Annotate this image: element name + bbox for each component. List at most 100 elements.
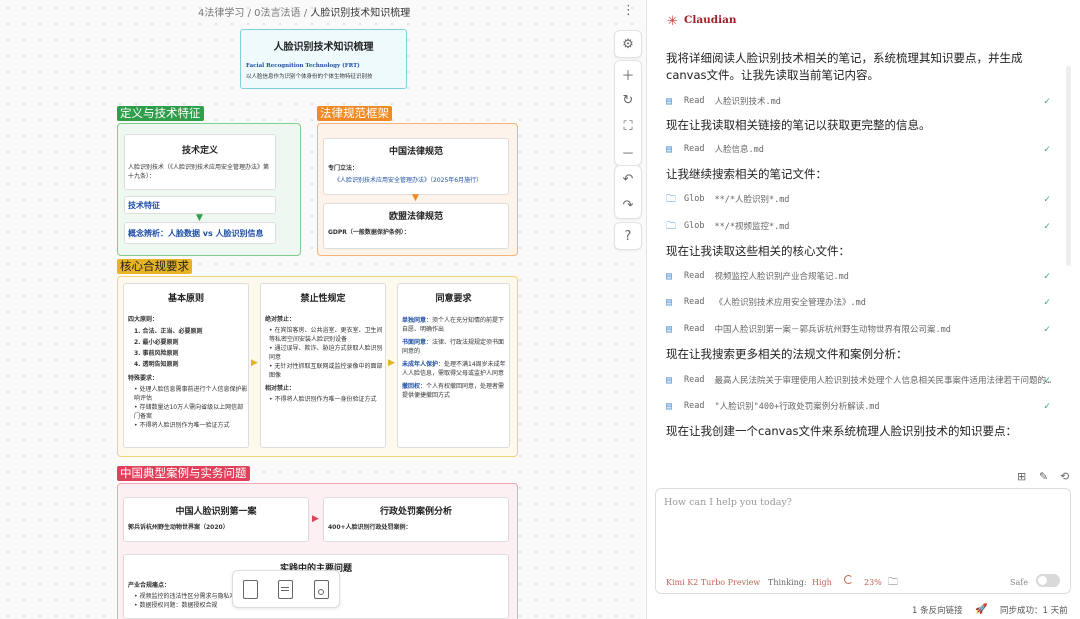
tool-target: "人脸识别"400+行政处罚案例分析解读.md: [714, 402, 880, 412]
tool-call-row[interactable]: ▤ Read 最高人民法院关于审理使用人脸识别技术处理个人信息相关民事案件适用法律若…: [666, 372, 1056, 388]
zoom-out-icon[interactable]: －: [615, 139, 641, 165]
assistant-message: 现在让我搜索更多相关的法规文件和案例分析：: [666, 347, 908, 361]
file-icon: ▤: [666, 95, 673, 107]
group-label-legal: 法律规范框架: [317, 106, 392, 121]
arrow-down: ▼: [412, 193, 419, 203]
claudian-logo-icon: ✳: [667, 14, 678, 29]
safe-label: Safe: [1010, 578, 1028, 587]
new-chat-icon[interactable]: ⊞: [1017, 470, 1026, 483]
thinking-label: Thinking:: [768, 578, 807, 587]
folder-icon[interactable]: 🗀: [888, 575, 898, 592]
group-label-cases: 中国典型案例与实务问题: [117, 466, 250, 481]
node-eu-law[interactable]: 欧盟法律规范 GDPR（一般数据保护条例）：: [323, 203, 509, 249]
node-case-admin[interactable]: 行政处罚案例分析 400+人脸识别行政处罚案例：: [323, 497, 509, 542]
undo-icon[interactable]: ↶: [615, 166, 641, 192]
absolute-prohibition-list: • 在宾馆客房、公共浴室、更衣室、卫生间等私密空间安装人脸识别设备 • 通过误导…: [269, 327, 383, 379]
folder-search-icon: 🗀: [666, 220, 676, 232]
tool-target: 最高人民法院关于审理使用人脸识别技术处理个人信息相关民事案件适用法律若干问题的规…: [714, 376, 1055, 386]
group-label-compliance: 核心合规要求: [117, 259, 192, 274]
breadcrumb-item[interactable]: 4法律学习: [198, 8, 244, 19]
node-consent[interactable]: 同意要求 单独同意：须个人在充分知情的前提下自愿、明确作出 书面同意：法律、行政…: [397, 283, 510, 448]
more-options-icon[interactable]: ⋮: [622, 3, 635, 18]
add-card-icon[interactable]: [243, 579, 259, 599]
canvas-settings-toolbar: ⚙: [614, 30, 642, 58]
tool-name: Read: [684, 401, 705, 411]
tool-name: Read: [684, 375, 705, 385]
breadcrumb-item[interactable]: 0法言法语: [254, 8, 300, 19]
check-icon: ✓: [1043, 296, 1050, 308]
chat-input-placeholder: How can I help you today?: [664, 497, 792, 508]
history-icon[interactable]: ⟲: [1060, 470, 1069, 483]
help-toolbar: ?: [614, 222, 642, 250]
add-note-icon[interactable]: [278, 579, 294, 599]
fit-to-screen-icon[interactable]: ⛶: [615, 113, 641, 139]
canvas-view[interactable]: 4法律学习 / 0法言法语 / 人脸识别技术知识梳理 ⋮ ⚙ ＋ ↻ ⛶ － ↶…: [0, 0, 646, 619]
special-list: • 处理人脸信息需事前进行个人信息保护影响评估 • 存储数量达10万人需向省级以…: [134, 386, 248, 429]
help-icon[interactable]: ?: [615, 223, 641, 249]
node-tech-feature[interactable]: 技术特征: [124, 196, 276, 214]
check-icon: ✓: [1043, 220, 1050, 232]
arrow-right: ▶: [312, 514, 319, 524]
safe-mode-toggle[interactable]: [1036, 574, 1060, 587]
check-icon: ✓: [1043, 193, 1050, 205]
check-icon: ✓: [1043, 323, 1050, 335]
tool-target: 人脸信息.md: [714, 145, 764, 155]
node-china-law[interactable]: 中国法律规范 专门立法： 《人脸识别技术应用安全管理办法》（2025年6月施行）: [323, 138, 509, 195]
tool-call-row[interactable]: ▤ Read "人脸识别"400+行政处罚案例分析解读.md ✓: [666, 398, 1056, 414]
assistant-message: 现在让我读取这些相关的核心文件：: [666, 244, 850, 258]
tool-call-row[interactable]: 🗀 Glob **/*视频监控*.md ✓: [666, 218, 1056, 234]
check-icon: ✓: [1043, 400, 1050, 412]
root-node[interactable]: 人脸识别技术知识梳理 Facial Recognition Technology…: [240, 29, 407, 89]
tool-call-row[interactable]: ▤ Read 视频监控人脸识别产业合规笔记.md ✓: [666, 268, 1056, 284]
edit-icon[interactable]: ✎: [1039, 470, 1048, 483]
model-selector[interactable]: Kimi K2 Turbo Preview: [666, 578, 760, 587]
node-basic-principles[interactable]: 基本原则 四大原则： 1. 合法、正当、必要原则 2. 最小必要原则 3. 事前…: [123, 283, 249, 448]
root-subtitle: Facial Recognition Technology (FRT): [246, 63, 360, 69]
node-concept[interactable]: 概念辨析：人脸数据 vs 人脸识别信息: [124, 222, 276, 244]
tool-target: **/*视频监控*.md: [714, 222, 790, 232]
file-icon: ▤: [666, 323, 673, 335]
file-icon: ▤: [666, 270, 673, 282]
settings-icon[interactable]: ⚙: [615, 31, 641, 57]
tool-target: 视频监控人脸识别产业合规笔记.md: [714, 272, 849, 282]
tool-call-row[interactable]: ▤ Read 人脸识别技术.md ✓: [666, 93, 1056, 109]
sync-status: 同步成功：1 天前: [1000, 605, 1068, 616]
root-title: 人脸识别技术知识梳理: [273, 42, 374, 53]
backlinks-status[interactable]: 1 条反向链接: [912, 600, 963, 619]
file-icon: ▤: [666, 143, 673, 155]
sync-icon[interactable]: 🚀: [975, 600, 987, 619]
node-prohibitions[interactable]: 禁止性规定 绝对禁止： • 在宾馆客房、公共浴室、更衣室、卫生间等私密空间安装人…: [260, 283, 386, 448]
file-icon: ▤: [666, 400, 673, 412]
thinking-level[interactable]: High: [812, 578, 832, 587]
tool-call-row[interactable]: ▤ Read 中国人脸识别第一案－郭兵诉杭州野生动物世界有限公司案.md ✓: [666, 321, 1056, 337]
arrow-right: ▶: [388, 358, 395, 368]
tool-call-row[interactable]: ▤ Read 人脸信息.md ✓: [666, 141, 1056, 157]
tool-name: Glob: [684, 194, 705, 204]
tool-name: Read: [684, 297, 705, 307]
tool-name: Read: [684, 144, 705, 154]
node-tech-definition[interactable]: 技术定义 人脸识别技术（《人脸识别技术应用安全管理办法》第十九条）：: [124, 134, 276, 190]
node-case-first[interactable]: 中国人脸识别第一案 郭兵诉杭州野生动物世界案（2020）: [123, 497, 309, 542]
breadcrumb: 4法律学习 / 0法言法语 / 人脸识别技术知识梳理: [198, 8, 411, 19]
zoom-in-icon[interactable]: ＋: [615, 61, 641, 87]
assistant-message: 现在让我创建一个canvas文件来系统梳理人脸识别技术的知识要点：: [666, 424, 1017, 438]
context-percent: 23%: [864, 578, 882, 587]
reset-zoom-icon[interactable]: ↻: [615, 87, 641, 113]
file-icon: ▤: [666, 296, 673, 308]
chat-scrollbar[interactable]: [1066, 66, 1071, 266]
chat-input[interactable]: How can I help you today? Kimi K2 Turbo …: [655, 488, 1071, 594]
tool-name: Read: [684, 271, 705, 281]
redo-icon[interactable]: ↷: [615, 192, 641, 218]
tool-call-row[interactable]: ▤ Read 《人脸识别技术应用安全管理办法》.md ✓: [666, 294, 1056, 310]
tool-target: 人脸识别技术.md: [714, 97, 781, 107]
principle-list: 1. 合法、正当、必要原则 2. 最小必要原则 3. 事前风险原则 4. 透明告…: [134, 328, 203, 368]
check-icon: ✓: [1043, 143, 1050, 155]
add-media-icon[interactable]: [313, 579, 329, 599]
tool-call-row[interactable]: 🗀 Glob **/*人脸识别*.md ✓: [666, 191, 1056, 207]
breadcrumb-current: 人脸识别技术知识梳理: [310, 8, 411, 19]
context-usage-icon: [844, 575, 853, 584]
assistant-brand: Claudian: [684, 14, 737, 26]
assistant-message: 现在让我读取相关链接的笔记以获取更完整的信息。: [666, 118, 931, 132]
check-icon: ✓: [1043, 270, 1050, 282]
tool-name: Read: [684, 324, 705, 334]
